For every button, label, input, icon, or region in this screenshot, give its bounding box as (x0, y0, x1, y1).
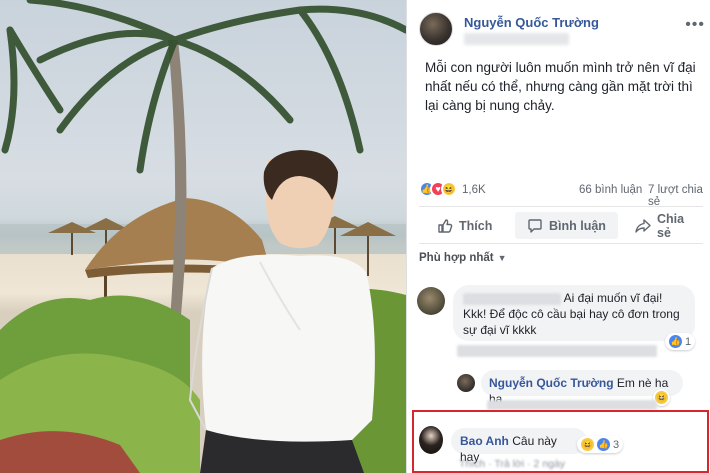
post-header: Nguyễn Quốc Trường ••• (419, 12, 707, 52)
comment-actions-blurred (457, 345, 657, 357)
share-arrow-icon (635, 218, 651, 233)
reaction-count[interactable]: 1,6K (462, 184, 486, 196)
ellipsis-icon[interactable]: ••• (685, 16, 705, 34)
like-reaction-icon: 👍 (669, 335, 682, 348)
comment-reaction-badge[interactable]: 👍 1 (665, 333, 696, 350)
commenter-name-blurred (463, 292, 561, 305)
comment-reaction-count: 1 (685, 335, 692, 348)
comment-line: Ai đại muốn vĩ đại! (463, 290, 685, 306)
post-photo[interactable] (0, 0, 406, 473)
comment-count[interactable]: 66 bình luận (579, 184, 642, 196)
like-button-label: Thích (459, 218, 493, 233)
thumbs-up-icon (438, 218, 453, 233)
comment-sort-dropdown[interactable]: Phù hợp nhất ▼ (419, 252, 507, 264)
reply-bubble: Nguyễn Quốc Trường Em nè ha ha (481, 370, 683, 406)
comment-bubble: Ai đại muốn vĩ đại! Kkk! Để độc cô cầu b… (453, 285, 695, 341)
comment-bubble-icon (528, 218, 542, 233)
comment-text-2: Kkk! Để độc cô cầu bại hay cô đơn trong … (463, 307, 680, 337)
post-actions: Thích Bình luận Chia sẻ (419, 206, 703, 244)
reply-avatar[interactable] (457, 374, 475, 392)
beach-photo-illustration (0, 0, 406, 473)
comment-button[interactable]: Bình luận (515, 212, 618, 239)
like-button[interactable]: Thích (431, 212, 498, 239)
post-text: Mỗi con người luôn muốn mình trở nên vĩ … (425, 60, 696, 113)
reply-actions-blurred (487, 400, 657, 410)
comment-text-1: Ai đại muốn vĩ đại! (563, 291, 663, 305)
commenter-avatar[interactable] (417, 287, 445, 315)
sort-label: Phù hợp nhất (419, 252, 494, 264)
share-button[interactable]: Chia sẻ (629, 211, 703, 240)
highlight-box (412, 410, 709, 473)
reactions-summary: 👍 ♥ 😆 1,6K 66 bình luận 7 lượt chia sẻ (419, 178, 709, 208)
post-timestamp-blurred (464, 33, 569, 45)
caret-down-icon: ▼ (497, 253, 507, 263)
share-button-label: Chia sẻ (657, 211, 685, 240)
author-avatar[interactable] (419, 12, 453, 46)
share-count[interactable]: 7 lượt chia sẻ (648, 184, 709, 208)
comment-button-label: Bình luận (549, 218, 606, 233)
haha-reaction-icon[interactable]: 😆 (441, 181, 457, 197)
facebook-post: Nguyễn Quốc Trường ••• Mỗi con người luô… (406, 0, 710, 473)
reply-author[interactable]: Nguyễn Quốc Trường (489, 376, 614, 390)
author-name[interactable]: Nguyễn Quốc Trường (464, 15, 599, 30)
